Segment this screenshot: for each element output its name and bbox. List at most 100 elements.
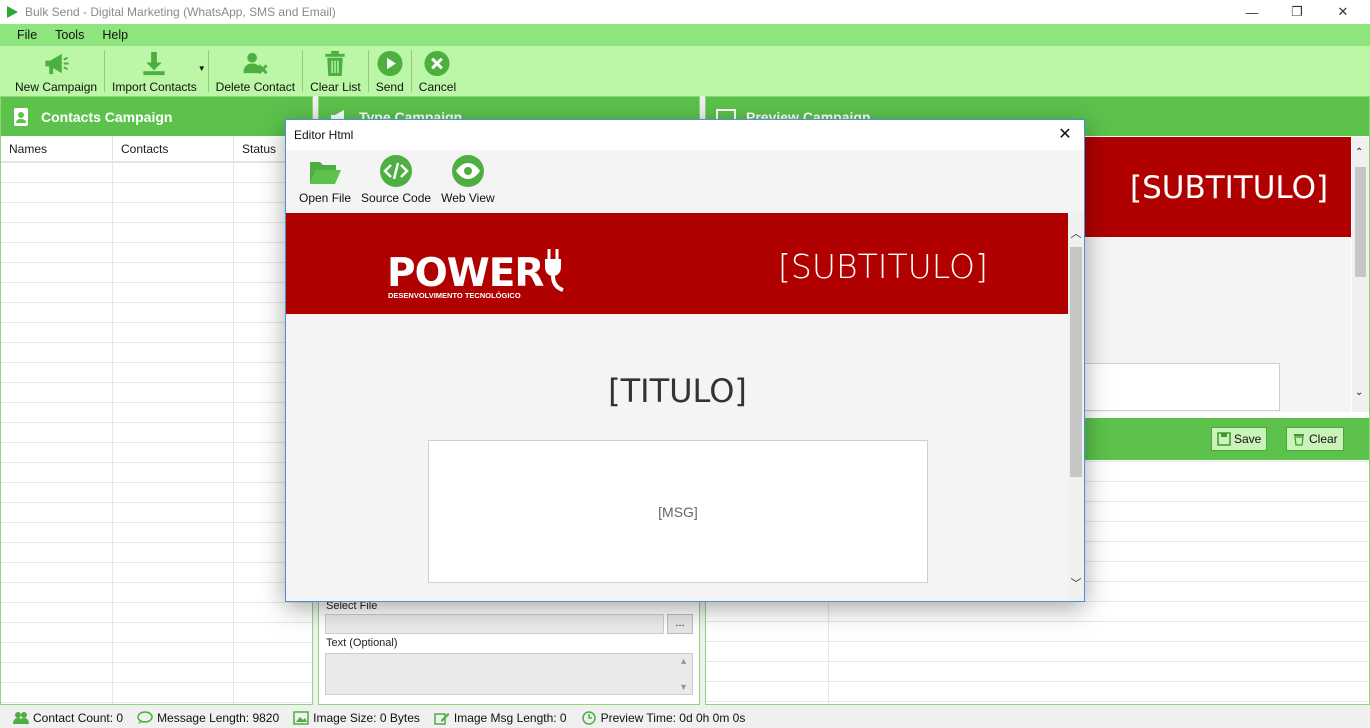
preview-scrollbar[interactable]: ⌃ ⌄ <box>1352 137 1369 412</box>
edit-icon <box>434 712 450 725</box>
contact-count-status: Contact Count: 0 <box>13 711 123 725</box>
webview-scroll-up-icon[interactable]: ︿ <box>1068 225 1084 241</box>
toolbar-separator <box>104 50 106 92</box>
new-campaign-label: New Campaign <box>15 80 98 94</box>
email-banner: POWER DESENVOLVIMENTO TECNOLÓGICO [SUBTI… <box>286 213 1069 314</box>
text-optional-textarea[interactable]: ▲ ▼ <box>325 653 693 695</box>
trash-icon <box>325 50 346 77</box>
main-toolbar: New Campaign Import Contacts ▼ Delete Co… <box>0 46 1370 96</box>
contacts-grid-header: Names Contacts Status <box>1 136 312 162</box>
clear-button[interactable]: Clear <box>1286 427 1344 451</box>
contact-card-icon <box>14 107 28 126</box>
image-msg-length-status: Image Msg Length: 0 <box>434 711 567 725</box>
close-window-button[interactable]: ✕ <box>1320 0 1366 24</box>
textarea-scroll-up-icon[interactable]: ▲ <box>679 656 688 666</box>
send-label: Send <box>375 80 404 94</box>
eye-icon <box>451 155 484 187</box>
cancel-label: Cancel <box>418 80 457 94</box>
contacts-grid[interactable] <box>1 162 312 704</box>
new-campaign-button[interactable]: New Campaign <box>10 46 102 94</box>
app-play-icon <box>7 6 18 18</box>
send-button[interactable]: Send <box>371 46 409 94</box>
cancel-circle-icon <box>424 50 450 77</box>
open-file-button[interactable]: Open File <box>294 150 356 205</box>
toolbar-separator <box>302 50 304 92</box>
plug-icon <box>545 249 564 292</box>
code-icon <box>380 155 413 187</box>
dialog-toolbar: Open File Source Code Web View <box>286 150 1084 212</box>
toolbar-separator <box>410 50 412 92</box>
textarea-scroll-down-icon[interactable]: ▼ <box>679 682 688 692</box>
column-header-contacts[interactable]: Contacts <box>113 136 234 161</box>
toolbar-separator <box>207 50 209 92</box>
text-optional-label: Text (Optional) <box>326 637 398 649</box>
clear-list-button[interactable]: Clear List <box>305 46 366 94</box>
toolbar-separator <box>367 50 369 92</box>
preview-scroll-up-icon[interactable]: ⌃ <box>1355 147 1363 158</box>
play-circle-icon <box>377 50 403 77</box>
web-view-button[interactable]: Web View <box>436 150 500 205</box>
dialog-title-bar: Editor Html ✕ <box>286 120 1084 150</box>
web-view-label: Web View <box>441 191 495 205</box>
import-contacts-button[interactable]: Import Contacts <box>107 46 202 94</box>
status-bar: Contact Count: 0 Message Length: 9820 Im… <box>0 707 1370 728</box>
delete-user-icon <box>243 52 268 75</box>
clock-icon <box>581 710 596 725</box>
contact-count-text: Contact Count: 0 <box>33 710 124 725</box>
import-contacts-label: Import Contacts <box>112 80 197 94</box>
minimize-button[interactable]: — <box>1229 0 1275 24</box>
folder-open-icon <box>310 162 342 184</box>
menu-help[interactable]: Help <box>93 28 137 42</box>
image-icon <box>293 710 309 725</box>
preview-scroll-thumb[interactable] <box>1355 167 1366 277</box>
image-size-text: Image Size: 0 Bytes <box>313 710 420 725</box>
webview-scroll-thumb[interactable] <box>1070 247 1082 477</box>
editor-html-dialog: Editor Html ✕ Open File Source Code Web … <box>285 119 1085 602</box>
select-file-input[interactable] <box>325 614 664 634</box>
email-subtitle: [SUBTITULO] <box>778 247 988 286</box>
maximize-button[interactable]: ❐ <box>1274 0 1320 24</box>
dialog-close-button[interactable]: ✕ <box>1054 124 1076 146</box>
message-length-text: Message Length: 9820 <box>157 710 280 725</box>
clear-list-label: Clear List <box>310 80 361 94</box>
save-icon <box>1217 432 1231 446</box>
clear-label: Clear <box>1309 432 1338 446</box>
dialog-title: Editor Html <box>294 128 354 142</box>
save-button[interactable]: Save <box>1211 427 1268 451</box>
message-length-status: Message Length: 9820 <box>137 711 279 725</box>
preview-scroll-down-icon[interactable]: ⌄ <box>1355 387 1363 398</box>
open-file-label: Open File <box>299 191 352 205</box>
preview-time-status: Preview Time: 0d 0h 0m 0s <box>581 710 746 725</box>
delete-contact-label: Delete Contact <box>215 80 296 94</box>
preview-subtitle: [SUBTITULO] <box>1130 170 1329 206</box>
source-code-label: Source Code <box>361 191 432 205</box>
chat-bubble-icon <box>137 710 153 724</box>
preview-msg-box <box>1066 363 1280 411</box>
html-web-view: POWER DESENVOLVIMENTO TECNOLÓGICO [SUBTI… <box>286 213 1069 601</box>
menu-file[interactable]: File <box>8 28 46 42</box>
email-message: [MSG] <box>658 503 698 520</box>
contacts-panel-title: Contacts Campaign <box>41 108 173 125</box>
menu-bar: File Tools Help <box>0 24 1370 46</box>
contacts-panel-header: Contacts Campaign <box>1 97 312 136</box>
save-label: Save <box>1234 432 1262 446</box>
logo-wordmark: POWER <box>387 251 544 296</box>
window-title: Bulk Send - Digital Marketing (WhatsApp,… <box>25 5 336 19</box>
image-msg-length-text: Image Msg Length: 0 <box>453 710 567 725</box>
source-code-button[interactable]: Source Code <box>356 150 436 205</box>
contacts-panel: Contacts Campaign Names Contacts Status <box>0 96 313 705</box>
logo-tagline: DESENVOLVIMENTO TECNOLÓGICO <box>388 291 521 300</box>
preview-time-text: Preview Time: 0d 0h 0m 0s <box>600 710 746 725</box>
cancel-button[interactable]: Cancel <box>414 46 461 94</box>
delete-contact-button[interactable]: Delete Contact <box>211 46 300 94</box>
download-icon <box>143 51 165 76</box>
webview-scroll-down-icon[interactable]: ﹀ <box>1068 575 1084 591</box>
email-message-box: [MSG] <box>428 440 928 583</box>
webview-scrollbar[interactable]: ︿ ﹀ <box>1068 213 1084 601</box>
browse-file-button[interactable]: ... <box>667 614 693 634</box>
users-icon <box>13 711 29 724</box>
column-header-names[interactable]: Names <box>1 136 113 161</box>
megaphone-icon <box>45 53 69 75</box>
import-dropdown-arrow-icon[interactable]: ▼ <box>198 64 206 73</box>
menu-tools[interactable]: Tools <box>46 28 93 42</box>
